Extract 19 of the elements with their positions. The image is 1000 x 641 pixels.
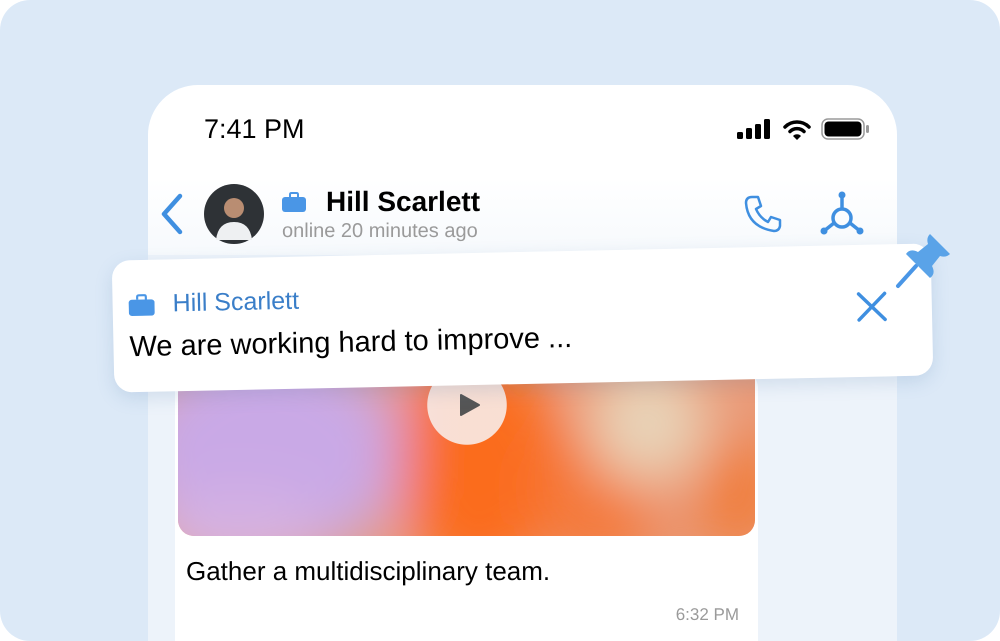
battery-icon: [821, 118, 869, 140]
pinned-text: We are working hard to improve ...: [129, 320, 574, 364]
pinned-sender: Hill Scarlett: [172, 286, 300, 318]
last-seen-status: online 20 minutes ago: [282, 220, 479, 242]
signal-icon: [737, 119, 773, 139]
message-text: Gather a multidisciplinary team.: [185, 555, 552, 587]
phone-icon[interactable]: [743, 194, 783, 234]
play-button[interactable]: [427, 383, 507, 445]
status-time: 7:41 PM: [204, 114, 305, 144]
close-icon[interactable]: [856, 290, 888, 324]
network-icon[interactable]: [819, 191, 865, 237]
message-time: 6:32 PM: [674, 604, 740, 625]
avatar: [204, 184, 264, 244]
briefcase-icon: [128, 293, 155, 316]
back-icon[interactable]: [160, 192, 184, 236]
briefcase-icon: [282, 192, 306, 212]
contact-name: Hill Scarlett: [326, 186, 480, 218]
play-icon: [458, 393, 480, 417]
wifi-icon: [783, 118, 811, 140]
